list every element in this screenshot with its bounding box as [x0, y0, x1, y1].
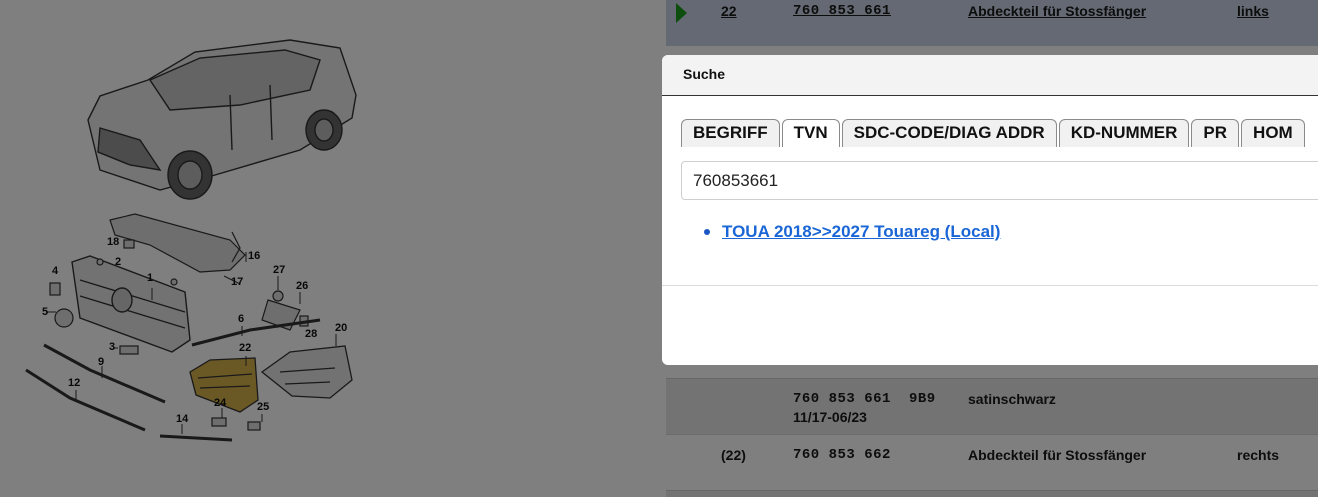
search-input[interactable]	[681, 161, 1318, 200]
search-dialog: Suche BEGRIFF TVN SDC-CODE/DIAG ADDR KD-NUM…	[662, 55, 1318, 365]
tab-hom[interactable]: HOM	[1241, 119, 1305, 147]
dialog-title: Suche	[683, 66, 726, 82]
search-tabs: BEGRIFF TVN SDC-CODE/DIAG ADDR KD-NUMMER PR H…	[681, 119, 1307, 147]
tab-kd-nummer[interactable]: KD-NUMMER	[1058, 119, 1190, 147]
tab-pr[interactable]: PR	[1191, 119, 1240, 147]
dialog-divider	[662, 285, 1318, 286]
tab-begriff[interactable]: BEGRIFF	[681, 119, 780, 147]
tab-tvn[interactable]: TVN	[781, 119, 840, 147]
result-link[interactable]: TOUA 2018>>2027 Touareg (Local)	[722, 222, 1000, 242]
dialog-header: Suche	[662, 55, 1318, 96]
bullet-icon	[704, 229, 710, 235]
tab-sdc-code[interactable]: SDC-CODE/DIAG ADDR	[841, 119, 1057, 147]
